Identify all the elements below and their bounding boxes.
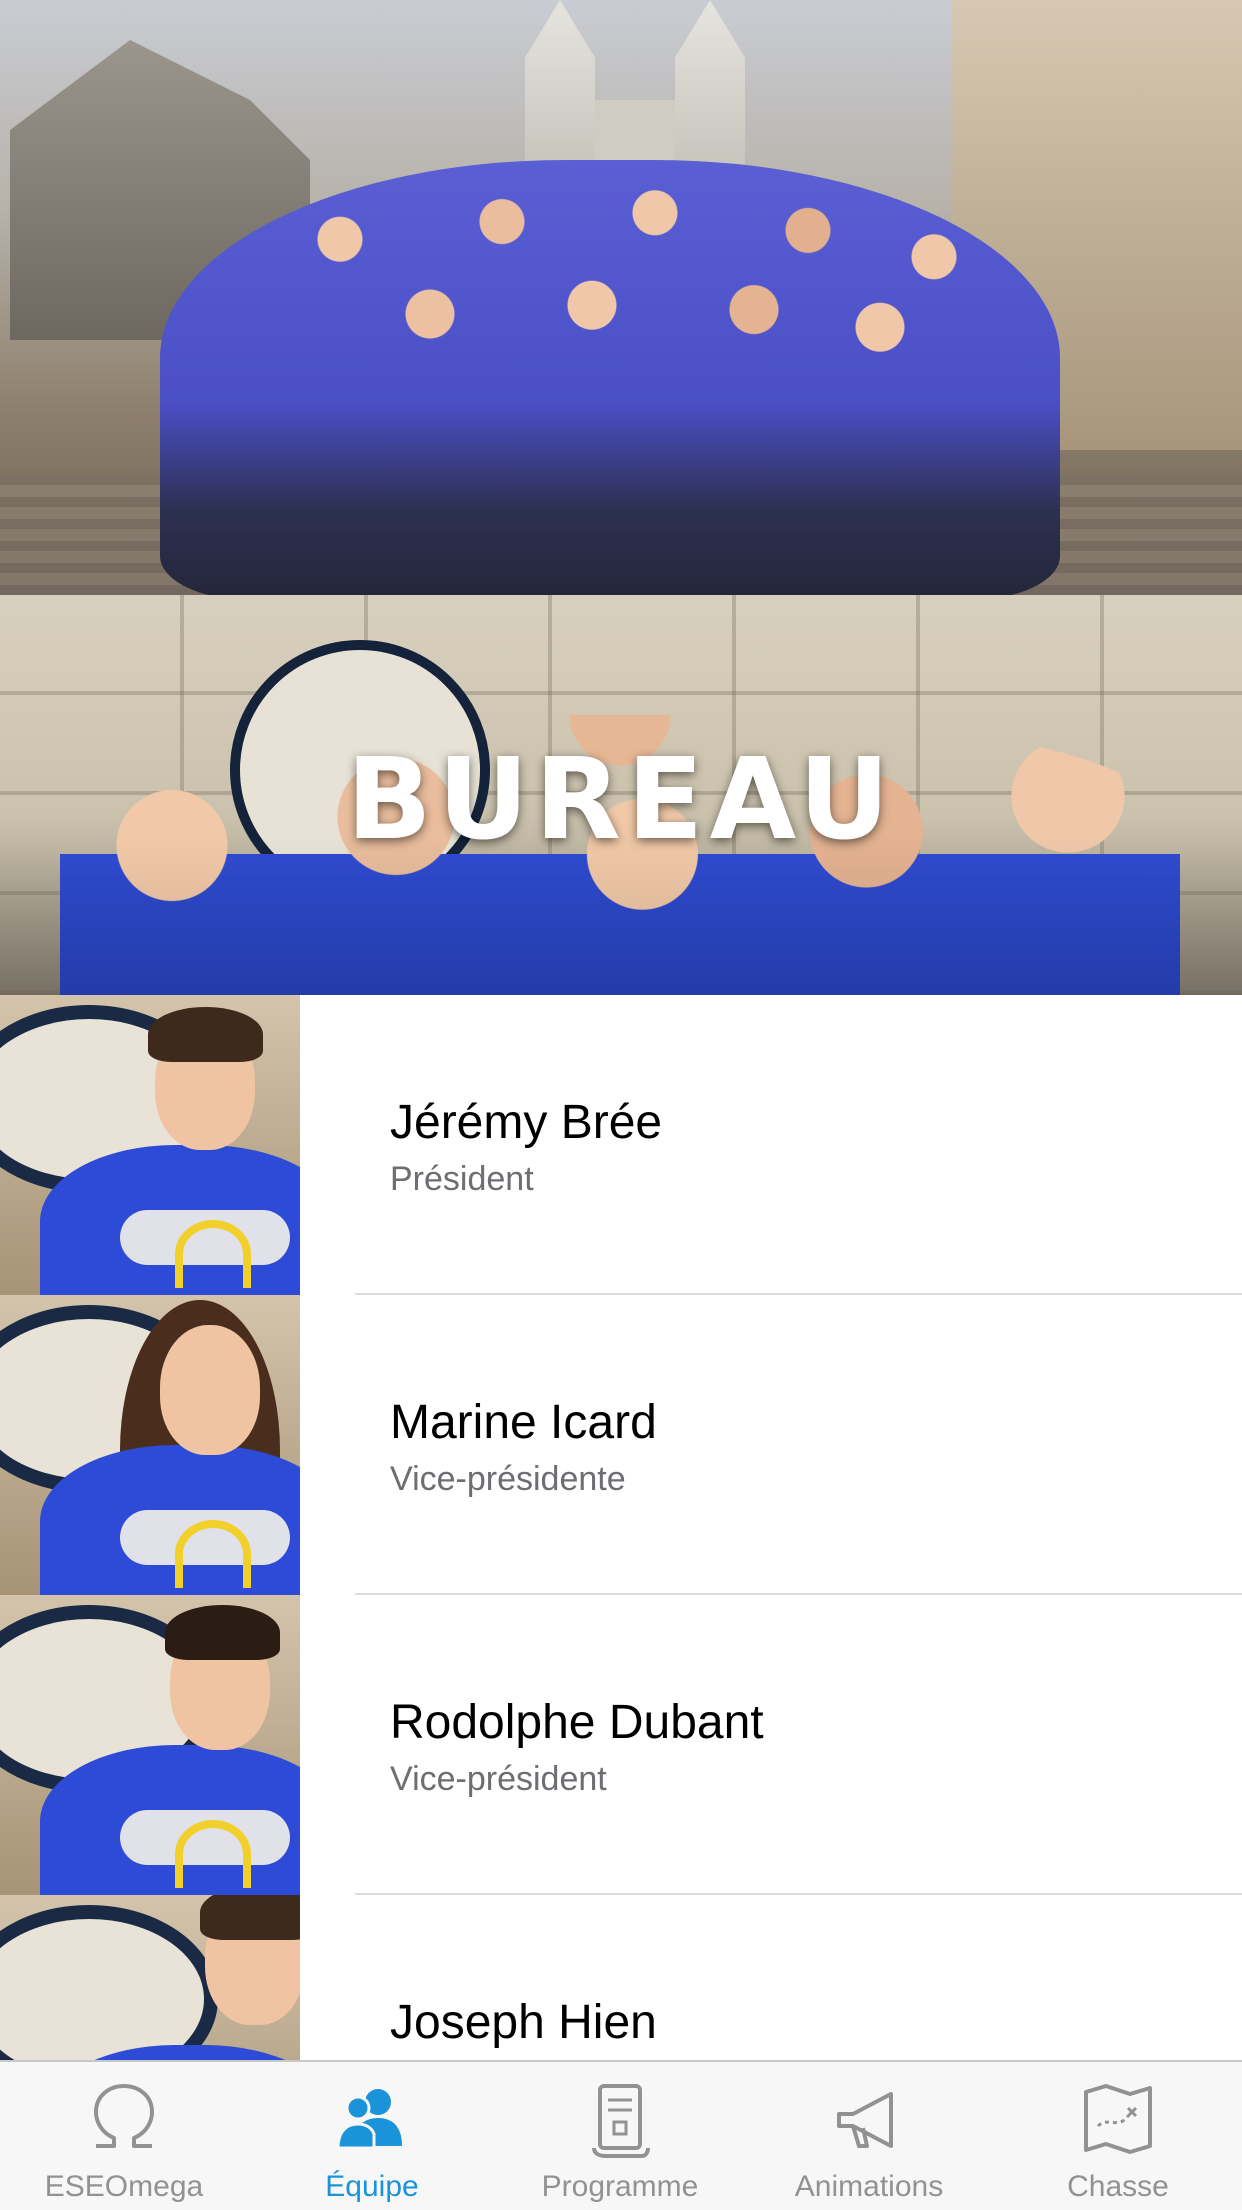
member-photo xyxy=(0,1595,300,1895)
member-photo xyxy=(0,995,300,1295)
tab-label: Chasse xyxy=(1067,2170,1169,2203)
list-item[interactable]: Marine Icard Vice-présidente xyxy=(0,1295,1242,1595)
member-photo xyxy=(0,1295,300,1595)
tab-label: ESEOmega xyxy=(44,2170,204,2203)
list-item[interactable]: Joseph Hien xyxy=(0,1895,1242,2060)
member-text: Jérémy Brée Président xyxy=(390,995,1242,1295)
team-crowd xyxy=(160,160,1060,595)
list-item[interactable]: Jérémy Brée Président xyxy=(0,995,1242,1295)
member-text: Marine Icard Vice-présidente xyxy=(390,1295,1242,1595)
tab-equipe[interactable]: Équipe xyxy=(248,2062,496,2210)
hero-group-photo xyxy=(0,0,1242,595)
tab-chasse[interactable]: Chasse xyxy=(994,2062,1242,2210)
tab-label: Équipe xyxy=(325,2170,419,2203)
megaphone-icon xyxy=(837,2092,893,2148)
member-text: Joseph Hien xyxy=(390,1895,1242,2060)
section-banner: BUREAU xyxy=(0,595,1242,995)
member-text: Rodolphe Dubant Vice-président xyxy=(390,1595,1242,1895)
member-photo xyxy=(0,1895,300,2060)
member-name: Rodolphe Dubant xyxy=(390,1696,764,1749)
member-role: Vice-présidente xyxy=(390,1460,626,1498)
omega-icon xyxy=(94,2084,154,2148)
member-name: Joseph Hien xyxy=(390,1996,657,2049)
tab-label: Animations xyxy=(794,2170,944,2203)
tab-label: Programme xyxy=(541,2170,699,2203)
member-role: Vice-président xyxy=(390,1760,607,1798)
member-role: Président xyxy=(390,1160,534,1198)
list-item[interactable]: Rodolphe Dubant Vice-président xyxy=(0,1595,1242,1895)
tab-programme[interactable]: Programme xyxy=(496,2062,744,2210)
member-name: Marine Icard xyxy=(390,1396,657,1449)
tab-animations[interactable]: Animations xyxy=(745,2062,993,2210)
tab-bar: ESEOmega Équipe Programme Animations Cha… xyxy=(0,2060,1242,2210)
tab-eseomega[interactable]: ESEOmega xyxy=(0,2062,248,2210)
treasure-map-icon xyxy=(1084,2084,1152,2154)
member-name: Jérémy Brée xyxy=(390,1096,663,1149)
team-icon xyxy=(336,2089,402,2150)
scroll-icon xyxy=(592,2084,650,2158)
section-title: BUREAU xyxy=(346,735,896,865)
member-list[interactable]: Jérémy Brée Président Marine Icard Vice-… xyxy=(0,995,1242,2060)
